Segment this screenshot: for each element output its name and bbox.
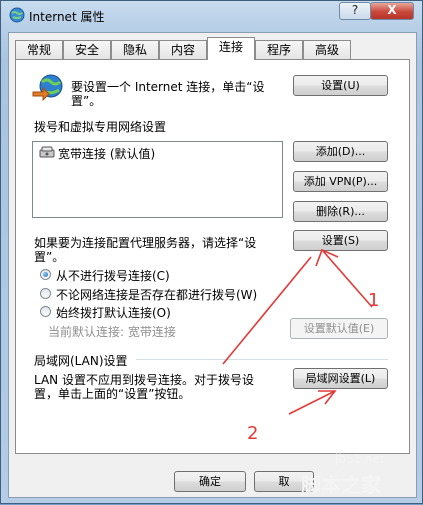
list-item-label: 宽带连接 (默认值) (58, 147, 156, 161)
dialup-heading: 拨号和虚拟专用网络设置 (34, 120, 167, 134)
network-globe-icon (32, 74, 63, 102)
window-title: Internet 属性 (29, 10, 105, 24)
watermark-name: 脚本之家 (301, 473, 381, 497)
setup-button[interactable]: 设置(U) (293, 75, 388, 96)
proxy-settings-button[interactable]: 设置(S) (293, 230, 388, 251)
watermark-site: jb51.net (335, 452, 385, 466)
radio-never-dial-label[interactable]: 从不进行拨号连接(C) (56, 267, 170, 284)
internet-properties-window: Internet 属性 ? X 常规 安全 隐私 内容 连接 程序 高级 要设置… (0, 0, 423, 504)
radio-never-dial[interactable] (40, 269, 51, 280)
proxy-instruction-line2: 置”。 (34, 250, 65, 264)
lan-heading: 局域网(LAN)设置 (34, 354, 128, 368)
lan-divider (136, 359, 388, 360)
current-default-connection: 当前默认连接: 宽带连接 (48, 325, 176, 339)
lan-settings-button[interactable]: 局域网设置(L) (293, 368, 388, 389)
set-default-button[interactable]: 设置默认值(E) (290, 318, 388, 339)
tab-security[interactable]: 安全 (63, 40, 111, 60)
radio-always-dial[interactable] (40, 306, 51, 317)
add-vpn-button[interactable]: 添加 VPN(P)... (293, 171, 388, 192)
tab-content[interactable]: 内容 (159, 40, 207, 60)
setup-instruction-line2: 置”。 (71, 94, 102, 108)
watermark: jb51.net 脚本之家 (299, 449, 419, 501)
tab-general[interactable]: 常规 (15, 40, 63, 60)
close-button[interactable]: X (370, 2, 414, 20)
tab-programs[interactable]: 程序 (255, 40, 303, 60)
add-button[interactable]: 添加(D)... (293, 141, 388, 162)
dialup-connections-list[interactable]: 宽带连接 (默认值) (32, 141, 283, 218)
radio-selected-dot (43, 272, 48, 277)
dialup-connection-icon (39, 146, 55, 158)
annotation-number-2: 2 (247, 423, 259, 444)
proxy-instruction-line1: 如果要为连接配置代理服务器，请选择“设 (34, 236, 257, 250)
radio-dial-when-no-network[interactable] (40, 288, 51, 299)
ok-button[interactable]: 确定 (174, 471, 246, 492)
help-button[interactable]: ? (339, 2, 371, 20)
delete-button[interactable]: 删除(R)... (293, 201, 388, 222)
radio-dial-when-no-network-label[interactable]: 不论网络连接是否存在都进行拨号(W) (56, 286, 257, 303)
title-bar: Internet 属性 ? X (1, 1, 423, 31)
lan-instruction-line2: 置，单击上面的“设置”按钮。 (34, 387, 191, 401)
tab-advanced[interactable]: 高级 (303, 40, 351, 60)
annotation-number-1: 1 (368, 290, 380, 311)
tab-connections[interactable]: 连接 (207, 37, 255, 60)
internet-globe-icon (9, 7, 25, 23)
radio-always-dial-label[interactable]: 始终拨打默认连接(O) (56, 304, 171, 321)
tab-privacy[interactable]: 隐私 (111, 40, 159, 60)
